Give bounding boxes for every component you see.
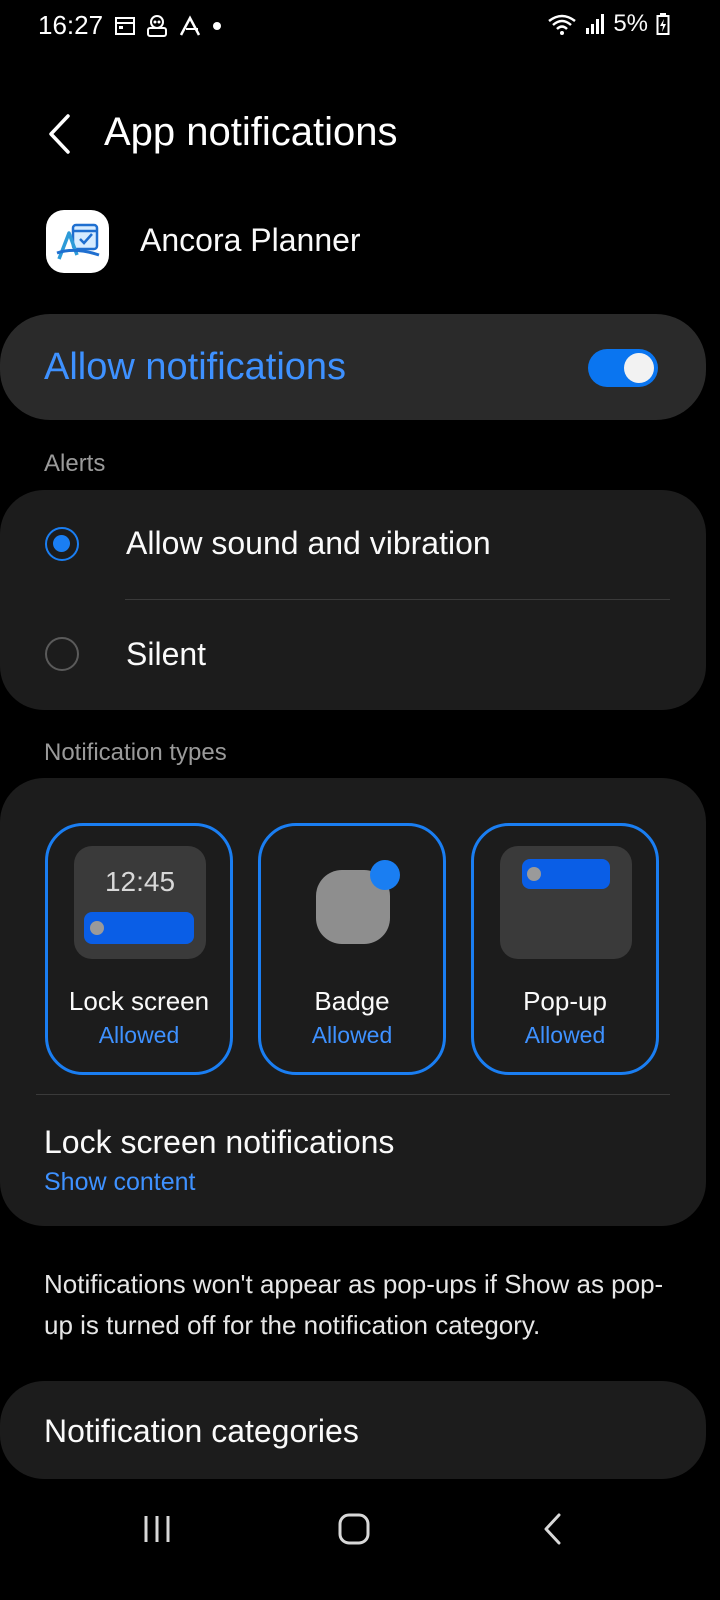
types-divider	[36, 1094, 670, 1095]
radio-sound-vibration[interactable]	[45, 527, 79, 561]
home-icon	[338, 1513, 370, 1545]
lock-preview-time: 12:45	[104, 866, 176, 897]
popup-preview	[500, 846, 632, 959]
type-tile-badge[interactable]: Badge Allowed	[258, 823, 446, 1075]
page-title: App notifications	[104, 110, 398, 154]
type-name: Pop-up	[523, 986, 607, 1016]
calendar-icon	[115, 17, 135, 35]
signal-icon	[586, 14, 605, 34]
nav-back-icon	[544, 1513, 561, 1545]
ancora-planner-logo-icon	[56, 223, 99, 260]
battery-icon	[656, 13, 670, 35]
popup-preview-dot	[527, 867, 541, 881]
battery-percent: 5%	[613, 10, 648, 37]
lock-preview-dot	[90, 921, 104, 935]
app-icon	[46, 210, 109, 273]
alert-option-label: Allow sound and vibration	[126, 525, 491, 561]
a-logo-icon	[179, 15, 201, 36]
type-tile-lock-screen[interactable]: 12:45 Lock screen Allowed	[45, 823, 233, 1075]
status-system-icons: 5%	[547, 10, 670, 38]
type-name: Lock screen	[68, 986, 210, 1016]
popup-preview-bar	[522, 859, 610, 889]
recents-icon	[144, 1516, 170, 1542]
dot-icon	[213, 22, 221, 30]
type-name: Badge	[314, 986, 390, 1016]
recents-button[interactable]	[130, 1504, 184, 1554]
back-button[interactable]	[40, 108, 90, 158]
robot-icon	[147, 15, 167, 37]
wifi-icon	[548, 14, 577, 35]
notification-categories-label: Notification categories	[44, 1413, 359, 1449]
status-notification-icons	[114, 14, 224, 38]
popup-info-text: Notifications won't appear as pop-ups if…	[44, 1269, 664, 1340]
radio-silent[interactable]	[45, 637, 79, 671]
badge-dot-icon	[370, 860, 400, 890]
back-chevron-icon	[49, 114, 70, 154]
allow-notifications-toggle[interactable]	[588, 349, 658, 387]
type-tile-popup[interactable]: Pop-up Allowed	[471, 823, 659, 1075]
app-name: Ancora Planner	[140, 222, 361, 258]
status-time: 16:27	[38, 10, 104, 40]
toggle-knob	[624, 353, 654, 383]
type-status: Allowed	[98, 1022, 180, 1048]
home-button[interactable]	[326, 1502, 382, 1556]
nav-back-button[interactable]	[528, 1502, 578, 1556]
allow-notifications-label: Allow notifications	[44, 346, 347, 388]
notification-types-section-label: Notification types	[44, 739, 227, 766]
navigation-bar	[0, 1480, 720, 1600]
type-status: Allowed	[524, 1022, 606, 1048]
type-status: Allowed	[311, 1022, 393, 1048]
lock-preview-notification-bar	[84, 912, 194, 944]
alerts-section-label: Alerts	[44, 450, 106, 477]
alert-option-silent[interactable]	[0, 600, 706, 710]
lock-screen-notifications-value: Show content	[44, 1168, 196, 1196]
lock-screen-preview: 12:45	[74, 846, 206, 959]
alert-option-label: Silent	[126, 636, 207, 672]
lock-screen-notifications-row[interactable]	[0, 1096, 706, 1226]
lock-screen-notifications-title: Lock screen notifications	[44, 1124, 395, 1160]
